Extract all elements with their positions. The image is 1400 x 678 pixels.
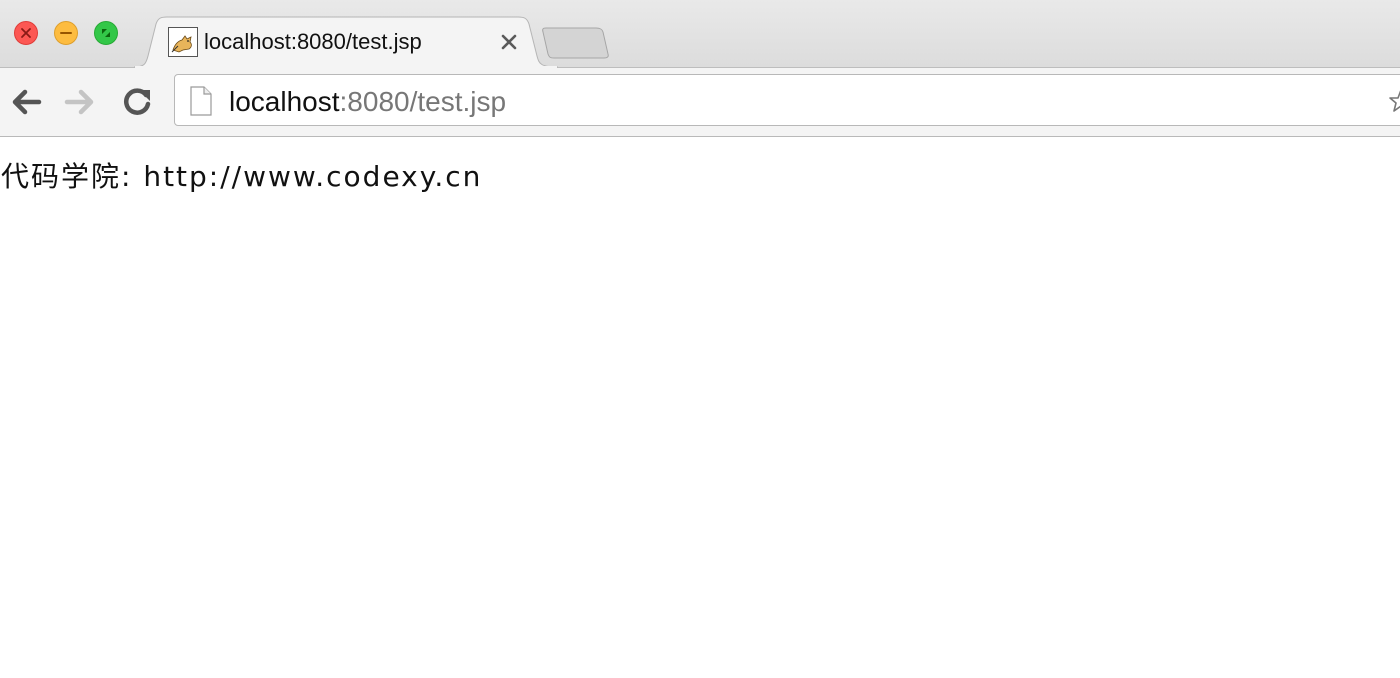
url-host: localhost [229, 86, 340, 117]
minimize-window-button[interactable] [54, 21, 78, 45]
reload-button[interactable] [117, 82, 157, 122]
bookmark-star-button[interactable] [1387, 87, 1400, 115]
forward-button[interactable] [60, 82, 100, 122]
url-path: :8080/test.jsp [339, 86, 507, 117]
arrow-left-icon [12, 89, 42, 115]
close-icon [501, 34, 517, 50]
page-icon [189, 86, 213, 116]
close-window-button[interactable] [14, 21, 38, 45]
browser-window: localhost:8080/test.jsp localhost:8080/t… [0, 0, 1400, 678]
star-icon [1389, 90, 1400, 112]
fullscreen-icon [102, 29, 110, 37]
url-text[interactable]: localhost:8080/test.jsp [229, 86, 506, 118]
tab-active[interactable]: localhost:8080/test.jsp [134, 16, 558, 68]
new-tab-button[interactable] [540, 26, 612, 60]
tab-title: localhost:8080/test.jsp [204, 29, 422, 54]
arrow-right-icon [64, 89, 94, 115]
reload-icon [124, 88, 151, 115]
new-tab-icon [542, 27, 609, 59]
back-button[interactable] [6, 82, 46, 122]
minimize-icon [60, 32, 72, 34]
address-bar[interactable]: localhost:8080/test.jsp [174, 74, 1400, 126]
tomcat-icon [168, 27, 198, 57]
fullscreen-window-button[interactable] [94, 21, 118, 45]
page-content: 代码学院: http://www.codexy.cn [0, 137, 1400, 678]
toolbar: localhost:8080/test.jsp [0, 68, 1400, 137]
page-text: 代码学院: http://www.codexy.cn [1, 160, 483, 193]
tab-strip: localhost:8080/test.jsp [0, 0, 1400, 68]
close-tab-button[interactable] [498, 31, 520, 53]
close-icon [21, 28, 31, 38]
